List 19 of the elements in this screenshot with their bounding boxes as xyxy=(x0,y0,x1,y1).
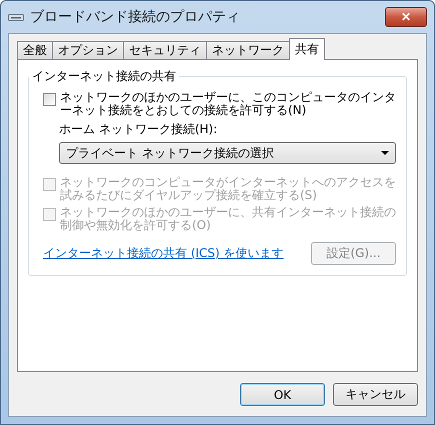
tab[interactable]: オプション xyxy=(52,41,124,60)
window-title: ブロードバンド接続のプロパティ xyxy=(30,8,241,26)
ics-help-link[interactable]: インターネット接続の共有 (ICS) を使います xyxy=(43,245,284,262)
checkbox[interactable] xyxy=(43,93,56,106)
tab[interactable]: ネットワーク xyxy=(206,41,290,60)
modem-icon xyxy=(8,13,24,21)
dropdown-arrow-icon xyxy=(381,151,389,155)
tab[interactable]: 共有 xyxy=(289,38,325,60)
checkbox-label: ネットワークのほかのユーザーに、共有インターネット接続の制御や無効化を許可する(O) xyxy=(60,206,396,232)
group-title: インターネット接続の共有 xyxy=(31,68,177,85)
tab[interactable]: 全般 xyxy=(17,41,53,60)
dialog-button[interactable]: キャンセル xyxy=(333,383,418,406)
dialog-button[interactable]: OK xyxy=(240,383,325,406)
checkbox-label: ネットワークのほかのユーザーに、このコンピュータのインターネット接続をとおしての接続を許可する(N) xyxy=(60,91,396,117)
tab[interactable]: セキュリティ xyxy=(123,41,207,60)
close-button[interactable]: ✕ xyxy=(385,7,427,27)
checkbox-label: ネットワークのコンピュータがインターネットへのアクセスを試みるたびにダイヤルアップ接続を確立する(S) xyxy=(60,176,396,202)
home-network-label: ホーム ネットワーク接続(H): xyxy=(59,121,218,138)
network-dropdown[interactable]: プライベート ネットワーク接続の選択 xyxy=(59,142,396,164)
